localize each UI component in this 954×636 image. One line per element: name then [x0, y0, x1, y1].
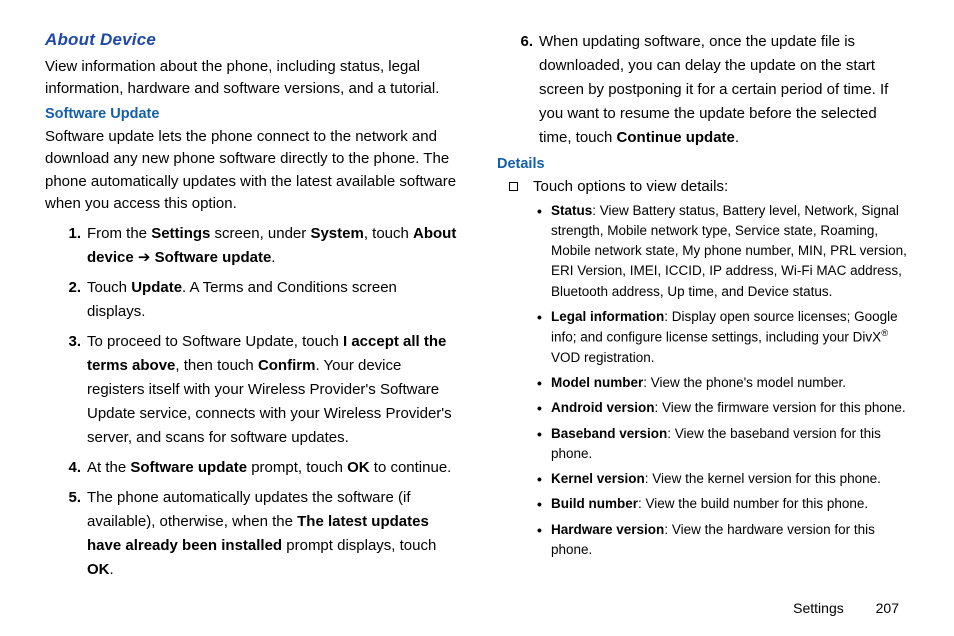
- software-update-steps-cont: When updating software, once the update …: [519, 30, 909, 150]
- details-outer-list: Touch options to view details: Status: V…: [509, 176, 909, 560]
- detail-kernel: Kernel version: View the kernel version …: [537, 469, 909, 489]
- detail-build: Build number: View the build number for …: [537, 494, 909, 514]
- step-6: When updating software, once the update …: [519, 30, 909, 150]
- page-footer: Settings 207: [45, 588, 909, 616]
- step-5: The phone automatically updates the soft…: [67, 486, 457, 582]
- step-2: Touch Update. A Terms and Conditions scr…: [67, 276, 457, 324]
- software-update-para: Software update lets the phone connect t…: [45, 126, 457, 216]
- detail-model: Model number: View the phone's model num…: [537, 373, 909, 393]
- details-heading: Details: [497, 156, 909, 172]
- detail-legal: Legal information: Display open source l…: [537, 307, 909, 368]
- software-update-heading: Software Update: [45, 106, 457, 122]
- step-3: To proceed to Software Update, touch I a…: [67, 330, 457, 450]
- detail-android: Android version: View the firmware versi…: [537, 398, 909, 418]
- about-device-heading: About Device: [45, 30, 457, 50]
- footer-page-number: 207: [876, 600, 899, 616]
- software-update-steps: From the Settings screen, under System, …: [67, 222, 457, 582]
- detail-status: Status: View Battery status, Battery lev…: [537, 201, 909, 302]
- details-inner-list: Status: View Battery status, Battery lev…: [537, 201, 909, 561]
- touch-options-label: Touch options to view details:: [533, 178, 728, 195]
- registered-icon: ®: [881, 328, 888, 339]
- step-4: At the Software update prompt, touch OK …: [67, 456, 457, 480]
- touch-options-item: Touch options to view details: Status: V…: [509, 176, 909, 560]
- about-device-intro: View information about the phone, includ…: [45, 56, 457, 100]
- left-column: About Device View information about the …: [45, 30, 457, 588]
- footer-section: Settings: [793, 600, 844, 616]
- page-columns: About Device View information about the …: [45, 30, 909, 588]
- step-1: From the Settings screen, under System, …: [67, 222, 457, 270]
- detail-baseband: Baseband version: View the baseband vers…: [537, 424, 909, 465]
- right-column: When updating software, once the update …: [497, 30, 909, 588]
- detail-hardware: Hardware version: View the hardware vers…: [537, 520, 909, 561]
